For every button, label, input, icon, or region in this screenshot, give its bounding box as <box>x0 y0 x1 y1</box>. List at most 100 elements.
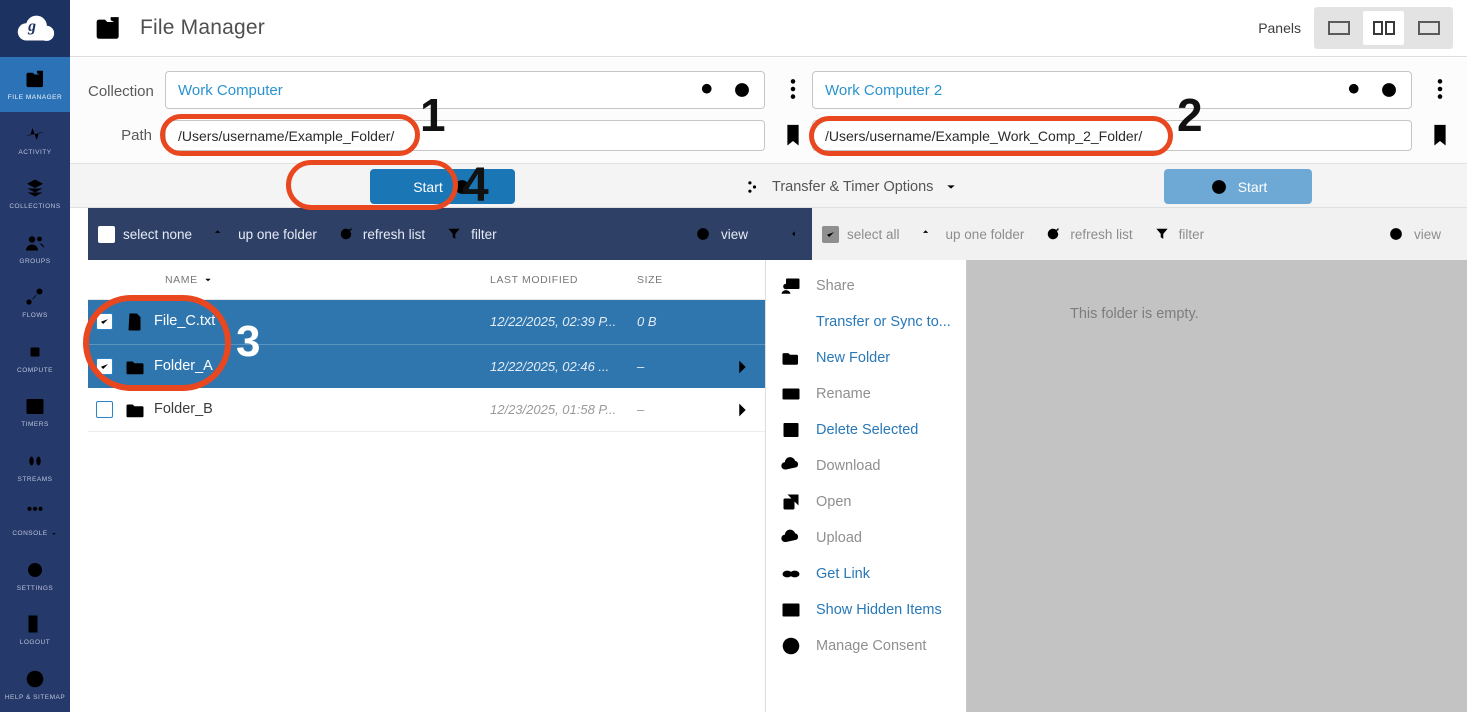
up-one-folder-label: up one folder <box>946 227 1025 242</box>
table-row-file-c[interactable]: File_C.txt 12/22/2025, 02:39 P... 0 B <box>88 300 765 344</box>
view-button[interactable]: view <box>1386 224 1441 244</box>
chevron-down-icon <box>50 530 58 538</box>
menu-item-upload[interactable]: Upload <box>766 520 966 556</box>
column-header-modified[interactable]: LAST MODIFIED <box>490 274 578 286</box>
bookmark-icon-left[interactable] <box>778 119 808 152</box>
menu-item-new-folder[interactable]: New Folder <box>766 340 966 376</box>
sidebar-item-label: HELP & SITEMAP <box>5 694 65 701</box>
refresh-list-button[interactable]: refresh list <box>1044 225 1132 243</box>
transfer-timer-options[interactable]: Transfer & Timer Options <box>742 164 959 209</box>
delete-x-icon <box>779 418 803 442</box>
folder-name: Folder_A <box>154 358 213 374</box>
search-icon[interactable] <box>1345 80 1365 100</box>
sidebar-item-flows[interactable]: FLOWS <box>0 275 70 330</box>
transfer-bar: Collection Path Work Computer Work Compu… <box>70 58 1467 163</box>
row-checkbox-checked[interactable] <box>96 358 113 375</box>
sidebar-item-compute[interactable]: COMPUTE <box>0 330 70 385</box>
column-header-size[interactable]: SIZE <box>637 274 663 286</box>
folder-name: Folder_B <box>154 401 213 417</box>
dual-panel-button[interactable] <box>1363 11 1404 45</box>
menu-item-share[interactable]: Share <box>766 268 966 304</box>
sidebar-item-help-sitemap[interactable]: HELP & SITEMAP <box>0 657 70 712</box>
path-value-right: /Users/username/Example_Work_Comp_2_Fold… <box>825 128 1142 144</box>
view-button[interactable]: view <box>693 224 748 244</box>
rename-pencil-icon <box>779 382 803 406</box>
path-input-right[interactable]: /Users/username/Example_Work_Comp_2_Fold… <box>812 120 1412 151</box>
start-transfer-left-button[interactable]: Start <box>370 169 515 204</box>
sidebar-item-settings[interactable]: SETTINGS <box>0 548 70 603</box>
sidebar-item-groups[interactable]: GROUPS <box>0 221 70 276</box>
open-folder-chevron-icon[interactable] <box>731 356 753 378</box>
file-icon <box>123 310 147 334</box>
chevron-down-icon <box>943 179 959 195</box>
wide-panel-button[interactable] <box>1408 11 1449 45</box>
path-value-left: /Users/username/Example_Folder/ <box>178 128 394 144</box>
menu-item-manage-consent[interactable]: Manage Consent <box>766 628 966 664</box>
globus-logo[interactable]: g <box>0 0 70 57</box>
transfer-actions: Start Transfer & Timer Options Start <box>70 163 1467 208</box>
toolbar-left: select none up one folder refresh list f… <box>88 208 812 260</box>
sidebar-item-label: CONSOLE <box>12 530 47 537</box>
menu-item-open[interactable]: Open <box>766 484 966 520</box>
open-folder-chevron-icon[interactable] <box>731 399 753 421</box>
menu-item-delete-selected[interactable]: Delete Selected <box>766 412 966 448</box>
sidebar: g FILE MANAGER ACTIVITY COLLECTIONS GROU… <box>0 0 70 712</box>
single-panel-button[interactable] <box>1318 11 1359 45</box>
menu-item-rename[interactable]: Rename <box>766 376 966 412</box>
collection-value-right: Work Computer 2 <box>825 82 1331 99</box>
sidebar-item-activity[interactable]: ACTIVITY <box>0 112 70 167</box>
refresh-list-label: refresh list <box>363 227 425 242</box>
collection-menu-left-icon[interactable] <box>780 76 806 102</box>
path-label: Path <box>88 127 152 144</box>
table-row-folder-b[interactable]: Folder_B 12/23/2025, 01:58 P... – <box>88 388 765 432</box>
empty-folder-message: This folder is empty. <box>1070 306 1199 322</box>
sidebar-item-timers[interactable]: TIMERS <box>0 384 70 439</box>
upload-cloud-icon <box>779 526 803 550</box>
toolbar-right: select all up one folder refresh list fi… <box>812 208 1467 260</box>
sidebar-item-console[interactable]: CONSOLE <box>0 493 70 548</box>
file-list-left: NAME LAST MODIFIED SIZE File_C.txt 12/22… <box>88 260 765 712</box>
clear-collection-icon[interactable] <box>732 80 752 100</box>
bookmark-icon-right[interactable] <box>1425 119 1455 152</box>
filter-funnel-icon <box>1153 225 1171 243</box>
search-icon[interactable] <box>698 80 718 100</box>
transfer-sync-icon <box>779 310 803 334</box>
filter-button[interactable]: filter <box>1153 225 1205 243</box>
menu-item-show-hidden-items[interactable]: Show Hidden Items <box>766 592 966 628</box>
panels-switcher: Panels <box>1258 7 1453 49</box>
up-one-folder-button[interactable]: up one folder <box>212 225 317 243</box>
path-input-left[interactable]: /Users/username/Example_Folder/ <box>165 120 765 151</box>
start-transfer-right-button[interactable]: Start <box>1164 169 1312 204</box>
collection-input-left[interactable]: Work Computer <box>165 71 765 109</box>
select-all-label: select all <box>847 227 900 242</box>
refresh-list-button[interactable]: refresh list <box>337 225 425 243</box>
refresh-icon <box>337 225 355 243</box>
collapse-menu-icon[interactable] <box>776 223 798 245</box>
file-manager-icon <box>23 67 47 91</box>
power-consent-icon <box>779 634 803 658</box>
sidebar-item-logout[interactable]: LOGOUT <box>0 602 70 657</box>
select-none-button[interactable]: select none <box>98 226 192 243</box>
menu-item-transfer-or-sync[interactable]: Transfer or Sync to... <box>766 304 966 340</box>
menu-item-get-link[interactable]: Get Link <box>766 556 966 592</box>
table-row-folder-a[interactable]: Folder_A 12/22/2025, 02:46 ... – <box>88 344 765 388</box>
sidebar-item-streams[interactable]: STREAMS <box>0 439 70 494</box>
collection-input-right[interactable]: Work Computer 2 <box>812 71 1412 109</box>
row-checkbox-checked[interactable] <box>96 313 113 330</box>
sidebar-item-file-manager[interactable]: FILE MANAGER <box>0 57 70 112</box>
column-header-name[interactable]: NAME <box>165 274 214 286</box>
collection-menu-right-icon[interactable] <box>1427 76 1453 102</box>
start-label: Start <box>1238 179 1268 195</box>
svg-text:g: g <box>27 18 36 35</box>
menu-item-download[interactable]: Download <box>766 448 966 484</box>
select-all-button[interactable]: select all <box>822 226 900 243</box>
file-modified: 12/22/2025, 02:39 P... <box>490 314 616 329</box>
clear-collection-icon[interactable] <box>1379 80 1399 100</box>
checkbox-indeterminate-icon[interactable] <box>98 226 115 243</box>
up-one-folder-button[interactable]: up one folder <box>920 225 1025 243</box>
dual-panel-icon <box>1373 21 1395 35</box>
checkbox-checked-icon[interactable] <box>822 226 839 243</box>
row-checkbox-unchecked[interactable] <box>96 401 113 418</box>
sidebar-item-collections[interactable]: COLLECTIONS <box>0 166 70 221</box>
filter-button[interactable]: filter <box>445 225 497 243</box>
